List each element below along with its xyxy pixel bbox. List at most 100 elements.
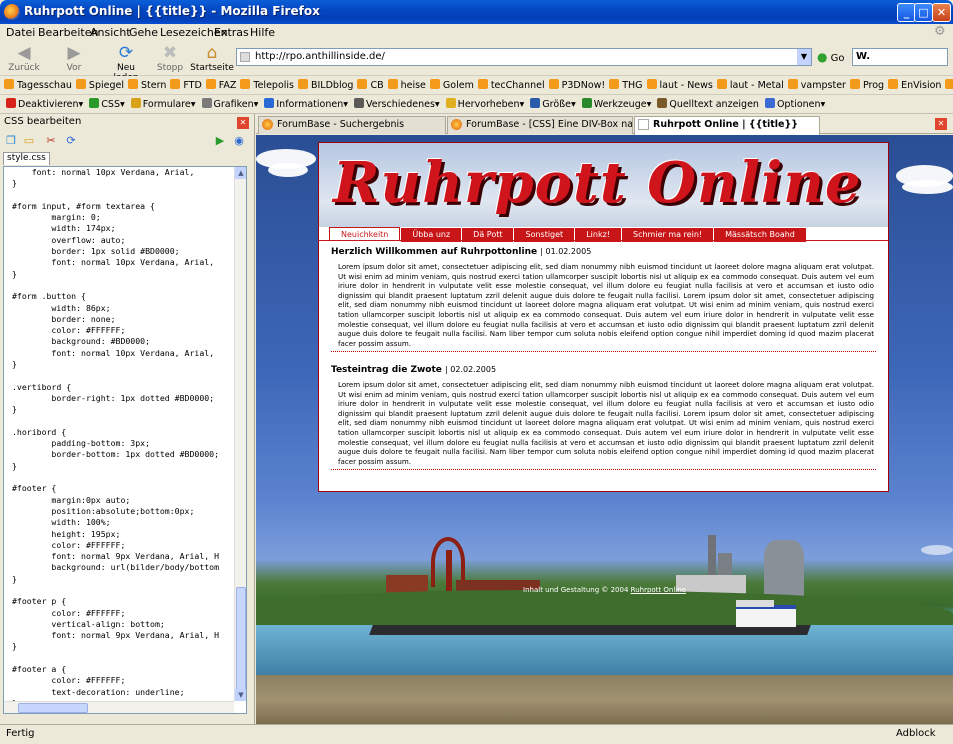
refresh-icon[interactable]: ⟳ xyxy=(64,134,78,148)
sidebar-close-button[interactable]: ✕ xyxy=(237,117,249,129)
webdev-menu-item[interactable]: CSS▾ xyxy=(89,95,125,113)
status-bar: Fertig Adblock xyxy=(0,724,953,744)
tab-suchergebnis[interactable]: ForumBase - Suchergebnis xyxy=(258,116,446,134)
bookmark-item[interactable]: laut - Metal xyxy=(716,76,784,94)
bookmark-item[interactable]: vampster xyxy=(787,76,846,94)
bookmark-label: FAZ xyxy=(218,80,237,91)
bookmark-item[interactable]: Stern xyxy=(127,76,166,94)
adblock-status[interactable]: Adblock xyxy=(896,728,936,739)
bookmark-item[interactable]: laut - News xyxy=(646,76,713,94)
cut-icon[interactable]: ✂ xyxy=(44,134,58,148)
bookmark-item[interactable]: P3DNow! xyxy=(548,76,605,94)
webdev-menu-item[interactable]: Hervorheben▾ xyxy=(445,95,525,113)
bookmark-item[interactable]: Prog xyxy=(849,76,884,94)
forward-label: Vor xyxy=(66,63,82,73)
throbber-icon: ⚙ xyxy=(934,24,946,39)
bookmark-label: CB xyxy=(370,80,384,91)
close-tab-button[interactable]: ✕ xyxy=(935,118,947,130)
images-icon xyxy=(201,98,212,108)
menu-extras[interactable]: Extras xyxy=(214,26,249,39)
bookmark-item[interactable]: FF xyxy=(945,76,953,94)
copy-icon[interactable]: ❐ xyxy=(4,134,18,148)
title-bar[interactable]: Ruhrpott Online | {{title}} - Mozilla Fi… xyxy=(0,0,953,24)
hscrollbar-thumb[interactable] xyxy=(18,703,88,713)
reload-button[interactable]: ⟳ Neu laden xyxy=(104,43,148,83)
url-dropdown-icon[interactable]: ▼ xyxy=(797,49,811,65)
menu-hilfe[interactable]: Hilfe xyxy=(250,26,275,39)
bookmark-item[interactable]: Golem xyxy=(429,76,474,94)
bookmark-item[interactable]: Tagesschau xyxy=(4,76,72,94)
css-sidebar: CSS bearbeiten ✕ ❐ ▭ ✂ ⟳ ▶ ◉ style.css f… xyxy=(0,114,255,724)
bookmark-item[interactable]: EnVision xyxy=(888,76,941,94)
post-body: Lorem ipsum dolor sit amet, consectetuer… xyxy=(338,380,874,466)
outline-icon xyxy=(445,98,456,108)
horizontal-scrollbar[interactable] xyxy=(4,701,234,713)
sidebar-title: CSS bearbeiten xyxy=(4,116,82,127)
stop-label: Stopp xyxy=(156,63,184,73)
menu-datei[interactable]: Datei xyxy=(6,26,35,39)
rss-icon xyxy=(297,79,308,89)
go-button[interactable]: ● Go xyxy=(817,50,845,64)
bookmark-item[interactable]: THG xyxy=(609,76,643,94)
bookmark-label: laut - News xyxy=(659,80,713,91)
post-1: Herzlich Willkommen auf Ruhrpottonline |… xyxy=(331,247,876,353)
webdev-menu-item[interactable]: Quelltext anzeigen xyxy=(657,95,759,113)
back-button[interactable]: ◀ Zurück xyxy=(2,43,46,75)
css-editor[interactable]: font: normal 10px Verdana, Arial, } #for… xyxy=(3,166,247,714)
folder-icon[interactable]: ▭ xyxy=(22,134,36,148)
options-icon[interactable]: ◉ xyxy=(232,134,246,148)
bookmark-item[interactable]: FAZ xyxy=(205,76,237,94)
scroll-down-icon[interactable]: ▼ xyxy=(235,689,246,701)
bookmark-item[interactable]: tecChannel xyxy=(477,76,545,94)
forward-button[interactable]: ▶ Vor xyxy=(52,43,96,75)
file-tab[interactable]: style.css xyxy=(3,152,50,165)
webdev-label: Optionen▾ xyxy=(776,99,826,110)
webdev-menu-item[interactable]: Optionen▾ xyxy=(764,95,826,113)
webdev-menu-item[interactable]: Informationen▾ xyxy=(264,95,348,113)
footer-link[interactable]: Ruhrpott Online xyxy=(631,586,686,594)
bookmark-item[interactable]: heise xyxy=(387,76,426,94)
site-nav-tab[interactable]: Neuichkeitn xyxy=(329,227,401,241)
css-code[interactable]: font: normal 10px Verdana, Arial, } #for… xyxy=(12,167,234,709)
hills xyxy=(256,590,953,630)
webdev-menu-item[interactable]: Größe▾ xyxy=(530,95,576,113)
webdev-menu-item[interactable]: Deaktivieren▾ xyxy=(6,95,83,113)
tab-ruhrpott-online[interactable]: Ruhrpott Online | {{title}} xyxy=(634,116,820,135)
tab-css-divbox[interactable]: ForumBase - [CSS] Eine DIV-Box nach oben… xyxy=(447,116,633,134)
webdev-menu-item[interactable]: Grafiken▾ xyxy=(201,95,258,113)
tools-icon xyxy=(581,98,592,108)
site-container: Ruhrpott Online Neuichkeitn Übba unz Dä Po… xyxy=(318,142,889,492)
bookmark-item[interactable]: Spiegel xyxy=(75,76,124,94)
bookmark-item[interactable]: BILDblog xyxy=(297,76,353,94)
menu-ansicht[interactable]: Ansicht xyxy=(90,26,131,39)
cloud xyxy=(268,163,308,177)
maximize-button[interactable]: □ xyxy=(914,3,933,22)
rss-icon xyxy=(849,79,860,89)
close-button[interactable]: ✕ xyxy=(932,3,951,22)
menu-gehe[interactable]: Gehe xyxy=(129,26,158,39)
webdev-menu-item[interactable]: Verschiedenes▾ xyxy=(354,95,440,113)
stop-button[interactable]: ✖ Stopp xyxy=(148,43,192,75)
bookmark-label: Golem xyxy=(442,80,474,91)
rss-icon xyxy=(477,79,488,89)
scrollbar-thumb[interactable] xyxy=(236,587,246,691)
home-button[interactable]: ⌂ Startseite xyxy=(190,43,234,75)
url-input[interactable]: http://rpo.anthillinside.de/ ▼ xyxy=(236,48,812,66)
home-icon: ⌂ xyxy=(206,43,218,63)
site-logo[interactable]: Ruhrpott Online xyxy=(333,147,873,219)
search-input[interactable]: W. xyxy=(852,48,948,66)
go-icon: ● xyxy=(817,50,828,64)
vertical-scrollbar[interactable]: ▲ ▼ xyxy=(234,167,246,701)
webdev-label: Hervorheben▾ xyxy=(457,99,525,110)
webdev-menu-item[interactable]: Formulare▾ xyxy=(130,95,196,113)
bookmark-item[interactable]: CB xyxy=(357,76,384,94)
apply-icon[interactable]: ▶ xyxy=(213,134,227,148)
webdev-menu-item[interactable]: Werkzeuge▾ xyxy=(581,95,651,113)
scroll-up-icon[interactable]: ▲ xyxy=(235,167,246,179)
tab-bar: ForumBase - Suchergebnis ForumBase - [CS… xyxy=(256,114,953,135)
bookmark-item[interactable]: FTD xyxy=(170,76,202,94)
resize-icon xyxy=(530,98,541,108)
page-viewport[interactable]: Ruhrpott Online Neuichkeitn Übba unz Dä Po… xyxy=(256,135,953,724)
bookmark-item[interactable]: Telepolis xyxy=(240,76,294,94)
barge-cabin xyxy=(736,605,796,627)
